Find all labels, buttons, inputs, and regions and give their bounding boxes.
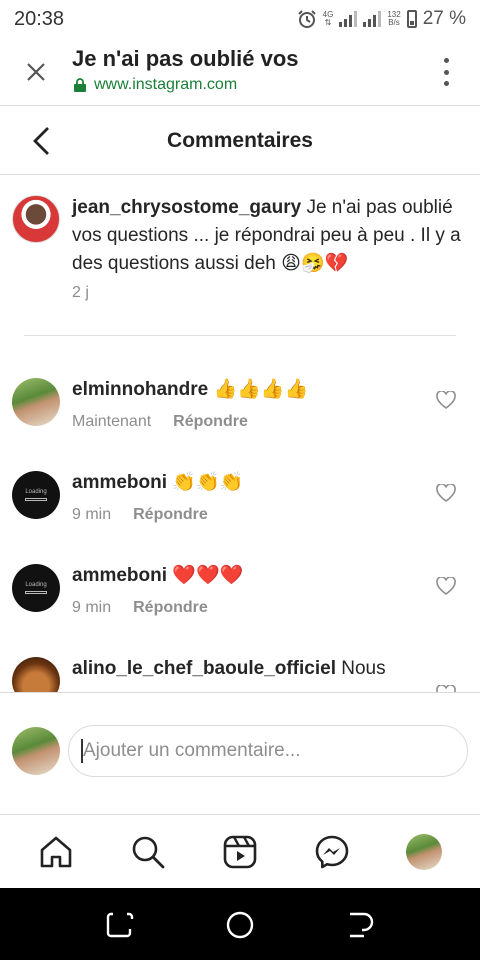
comment-meta: 9 min Répondre [72, 599, 208, 617]
alarm-icon [297, 10, 316, 28]
reply-button[interactable]: Répondre [173, 413, 248, 431]
comment-time: Maintenant [72, 413, 152, 430]
status-time: 20:38 [14, 7, 65, 30]
comment-composer [0, 692, 480, 814]
comment-body: ❤️❤️❤️ [167, 565, 244, 586]
system-nav-bar [0, 888, 480, 960]
profile-avatar [406, 834, 442, 870]
reply-button[interactable]: Répondre [133, 599, 208, 617]
status-bar: 20:38 4G ⇅ 132 B/s 27 % [0, 0, 480, 38]
bottom-nav [0, 814, 480, 888]
comment-meta: 9 min Répondre [72, 506, 208, 524]
reply-button[interactable]: Répondre [133, 506, 208, 524]
nav-home[interactable] [37, 833, 75, 871]
comment-time: 9 min [72, 599, 112, 616]
avatar-loading-text: Loading [25, 582, 47, 588]
browser-title: Je n'ai pas oublié vos [72, 46, 299, 71]
caption-username[interactable]: jean_chrysostome_gaury [72, 197, 301, 218]
avatar[interactable]: Loading [12, 564, 60, 612]
lock-icon [74, 78, 86, 92]
signal-icon-2 [363, 11, 382, 27]
comment-text: ammeboni ❤️❤️❤️ [72, 562, 243, 590]
comment-body: 👏👏👏 [167, 472, 244, 493]
reels-icon [223, 835, 257, 869]
avatar[interactable] [12, 195, 60, 243]
close-icon[interactable] [24, 60, 48, 84]
avatar[interactable] [12, 657, 60, 692]
comment-username[interactable]: ammeboni [72, 472, 167, 493]
heart-icon[interactable] [436, 685, 456, 692]
comment-time: 9 min [72, 506, 112, 523]
recents-icon[interactable] [105, 910, 135, 940]
network-speed: 132 B/s [387, 10, 401, 27]
network-type: 4G ⇅ [322, 10, 334, 27]
comment-meta: Maintenant Répondre [72, 413, 248, 431]
heart-icon[interactable] [436, 391, 456, 409]
nav-profile[interactable] [405, 833, 443, 871]
browser-bar: Je n'ai pas oublié vos www.instagram.com [0, 38, 480, 106]
browser-url[interactable]: www.instagram.com [74, 76, 237, 94]
heart-icon[interactable] [436, 484, 456, 502]
caption-text: jean_chrysostome_gaury Je n'ai pas oubli… [72, 194, 472, 278]
search-icon [132, 836, 165, 869]
comment-username[interactable]: ammeboni [72, 565, 167, 586]
comment-text: ammeboni 👏👏👏 [72, 469, 243, 497]
avatar[interactable]: Loading [12, 471, 60, 519]
divider [24, 335, 456, 336]
home-icon [40, 836, 72, 868]
comment-text: alino_le_chef_baoule_officiel Nous [72, 655, 386, 683]
battery-icon [406, 10, 417, 28]
url-text: www.instagram.com [94, 76, 238, 93]
more-vertical-icon[interactable] [442, 58, 450, 86]
text-caret [81, 739, 83, 763]
comment-username[interactable]: alino_le_chef_baoule_officiel [72, 658, 336, 679]
avatar[interactable] [12, 378, 60, 426]
comment-text: elminnohandre 👍👍👍👍 [72, 376, 308, 404]
heart-icon[interactable] [436, 577, 456, 595]
nav-reels[interactable] [221, 833, 259, 871]
comment-body: Nous [335, 658, 386, 679]
comments-list[interactable]: jean_chrysostome_gaury Je n'ai pas oubli… [0, 175, 480, 692]
nav-search[interactable] [129, 833, 167, 871]
page-title: Commentaires [167, 129, 313, 152]
avatar-loading-text: Loading [25, 489, 47, 495]
comment-input[interactable] [68, 725, 468, 777]
caption-meta: 2 j [72, 284, 89, 302]
comments-header: Commentaires [0, 107, 480, 175]
home-circle-icon[interactable] [225, 910, 255, 940]
messenger-icon [315, 835, 349, 869]
back-icon[interactable] [345, 910, 375, 940]
nav-messenger[interactable] [313, 833, 351, 871]
avatar [12, 727, 60, 775]
caption-time: 2 j [72, 284, 89, 301]
comment-body: 👍👍👍👍 [208, 379, 309, 400]
status-icons: 4G ⇅ 132 B/s 27 % [297, 8, 466, 30]
battery-percent: 27 % [422, 8, 466, 29]
signal-icon [339, 11, 358, 27]
comment-username[interactable]: elminnohandre [72, 379, 208, 400]
